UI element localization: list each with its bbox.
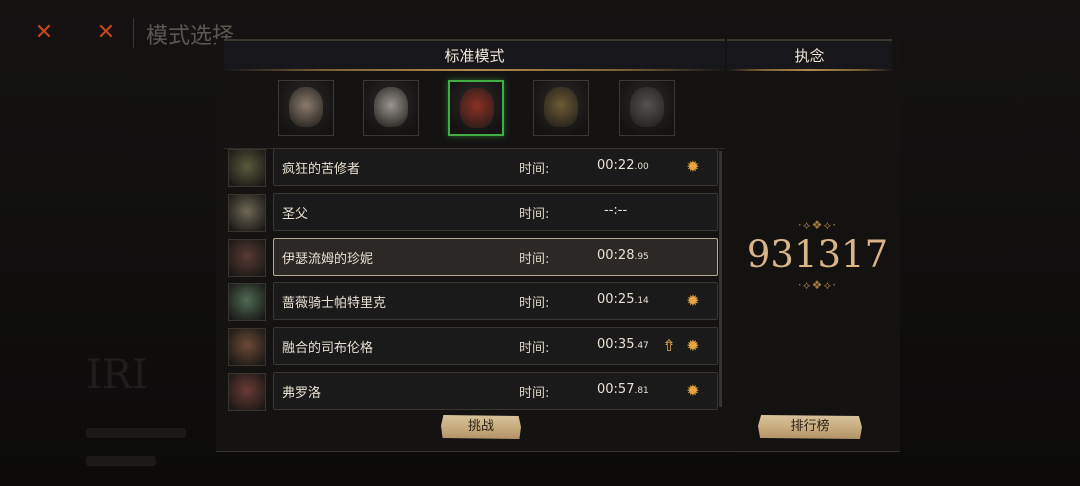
boss-entry[interactable]: 伊瑟流姆的珍妮 时间: 00:28.95 xyxy=(273,238,718,276)
boss-name: 疯狂的苦修者 xyxy=(282,162,361,177)
background-decor-line xyxy=(86,456,156,466)
ornament-top-icon: ·⟡❖⟡· xyxy=(797,218,838,232)
mode-select-modal: 标准模式 执念 疯狂的苦修者 时间: 00:22.00 ✹ 圣父 时间: --:-- 伊瑟流姆… xyxy=(216,39,900,452)
best-time: 00:25.14 xyxy=(597,292,649,307)
portrait-face-icon xyxy=(460,88,494,128)
ornament-bottom-icon: ·⟡❖⟡· xyxy=(797,278,838,292)
boss-name: 融合的司布伦格 xyxy=(282,341,374,356)
upgrade-arrow-icon: ⇮ xyxy=(662,336,676,355)
time-label: 时间: xyxy=(519,252,550,267)
portrait-face-icon xyxy=(374,87,408,127)
rank-icon: ✹ xyxy=(686,291,700,310)
boss-name: 伊瑟流姆的珍妮 xyxy=(282,252,374,267)
boss-portrait-icon xyxy=(228,328,266,366)
boss-portrait-icon xyxy=(228,194,266,232)
portrait-face-icon xyxy=(544,87,578,127)
close-icon[interactable]: ✕ xyxy=(33,22,55,44)
boss-name: 蔷薇骑士帕特里克 xyxy=(282,296,387,311)
boss-portrait-icon xyxy=(228,283,266,321)
boss-row[interactable]: 伊瑟流姆的珍妮 时间: 00:28.95 xyxy=(228,238,718,278)
boss-row[interactable]: 疯狂的苦修者 时间: 00:22.00 ✹ xyxy=(228,148,718,188)
list-scrollbar[interactable] xyxy=(719,151,722,407)
boss-portrait-icon xyxy=(228,373,266,411)
obsession-panel: ·⟡❖⟡· 931317 ·⟡❖⟡· xyxy=(735,71,900,451)
header-divider xyxy=(133,18,134,48)
best-time: --:-- xyxy=(604,203,628,218)
boss-entry[interactable]: 融合的司布伦格 时间: 00:35.47 ⇮ ✹ xyxy=(273,327,718,365)
rank-icon: ✹ xyxy=(686,157,700,176)
best-time: 00:22.00 xyxy=(597,158,649,173)
rank-icon: ✹ xyxy=(686,336,700,355)
obsession-title: 执念 xyxy=(727,39,892,71)
boss-row[interactable]: 圣父 时间: --:-- xyxy=(228,193,718,233)
boss-portrait-icon xyxy=(228,239,266,277)
portrait-character-3[interactable] xyxy=(448,80,504,136)
portrait-character-2[interactable] xyxy=(363,80,419,136)
obsession-score: 931317 xyxy=(746,233,889,276)
back-close-icon[interactable]: ✕ xyxy=(95,22,117,44)
challenge-button[interactable]: 挑战 xyxy=(441,415,521,439)
rank-icon: ✹ xyxy=(686,381,700,400)
portrait-character-1[interactable] xyxy=(278,80,334,136)
boss-row[interactable]: 弗罗洛 时间: 00:57.81 ✹ xyxy=(228,372,718,412)
boss-entry[interactable]: 圣父 时间: --:-- xyxy=(273,193,718,231)
leaderboard-button[interactable]: 排行榜 xyxy=(758,415,862,439)
character-portraits xyxy=(224,71,725,151)
time-label: 时间: xyxy=(519,386,550,401)
time-label: 时间: xyxy=(519,341,550,356)
mode-title: 标准模式 xyxy=(224,39,725,71)
time-label: 时间: xyxy=(519,207,550,222)
portrait-character-4[interactable] xyxy=(533,80,589,136)
boss-name: 弗罗洛 xyxy=(282,386,322,401)
time-label: 时间: xyxy=(519,162,550,177)
boss-entry[interactable]: 疯狂的苦修者 时间: 00:22.00 ✹ xyxy=(273,148,718,186)
boss-row[interactable]: 蔷薇骑士帕特里克 时间: 00:25.14 ✹ xyxy=(228,282,718,322)
score-block: ·⟡❖⟡· 931317 ·⟡❖⟡· xyxy=(735,219,900,291)
background-decor-line xyxy=(86,428,186,438)
best-time: 00:57.81 xyxy=(597,382,649,397)
portrait-character-5[interactable] xyxy=(619,80,675,136)
portrait-face-icon xyxy=(289,87,323,127)
boss-row[interactable]: 融合的司布伦格 时间: 00:35.47 ⇮ ✹ xyxy=(228,327,718,367)
boss-portrait-icon xyxy=(228,149,266,187)
portrait-face-icon xyxy=(630,87,664,127)
background-decor-text: IRI xyxy=(86,352,148,398)
boss-name: 圣父 xyxy=(282,207,309,222)
time-label: 时间: xyxy=(519,296,550,311)
boss-entry[interactable]: 蔷薇骑士帕特里克 时间: 00:25.14 ✹ xyxy=(273,282,718,320)
best-time: 00:28.95 xyxy=(597,248,649,263)
boss-entry[interactable]: 弗罗洛 时间: 00:57.81 ✹ xyxy=(273,372,718,410)
